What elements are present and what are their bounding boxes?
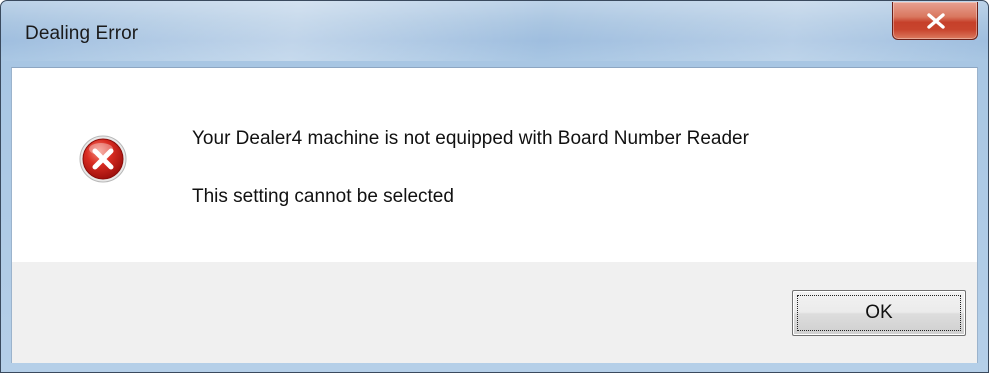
ok-button-label: OK	[797, 295, 961, 331]
message-area: Your Dealer4 machine is not equipped wit…	[12, 68, 977, 262]
error-message-line-1: Your Dealer4 machine is not equipped wit…	[192, 128, 749, 149]
close-icon	[927, 13, 945, 29]
error-message-line-2: This setting cannot be selected	[192, 186, 454, 207]
title-bar[interactable]: Dealing Error	[1, 1, 988, 67]
dialog-window: Dealing Error Your Dealer4 machine is no…	[0, 0, 989, 373]
dialog-client-area: Your Dealer4 machine is not equipped wit…	[11, 67, 978, 363]
window-title: Dealing Error	[25, 23, 139, 44]
close-button[interactable]	[892, 2, 978, 40]
ok-button[interactable]: OK	[792, 290, 966, 336]
error-icon	[79, 135, 127, 183]
button-footer: OK	[12, 262, 977, 363]
